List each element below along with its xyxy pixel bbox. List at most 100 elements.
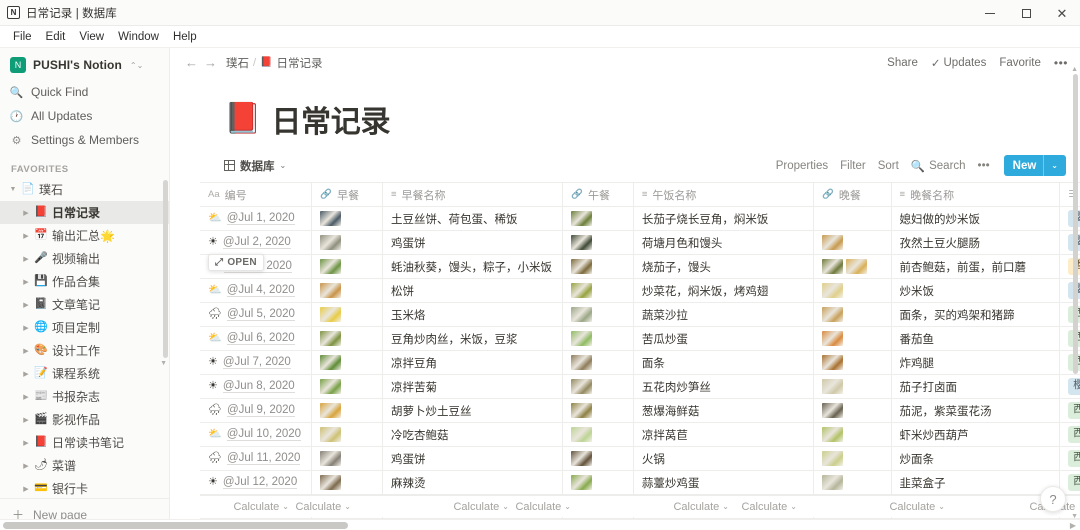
chevron-right-icon[interactable]: ▶	[19, 209, 33, 217]
table-row[interactable]: ⛅@Jul 4, 2020松饼炒菜花，焖米饭，烤鸡翅炒米饭樱桃西瓜	[200, 278, 1080, 303]
sidebar-tree-item[interactable]: ▶ 🌶 菜谱	[0, 454, 169, 477]
chevron-right-icon[interactable]: ▶	[19, 370, 33, 378]
food-thumbnail-image[interactable]	[320, 379, 342, 394]
page-title-text[interactable]: 日常记录	[271, 97, 390, 141]
sidebar-tree-item[interactable]: ▶ 🎬 影视作品	[0, 408, 169, 431]
food-thumbnail-image[interactable]	[571, 451, 593, 466]
cell-lunch-image[interactable]	[562, 206, 634, 231]
cell-lunch-image[interactable]	[562, 230, 634, 255]
cell-fruits[interactable]: 西瓜榴莲芒果	[1059, 446, 1080, 471]
calculate-cell[interactable]: Calculate⌄	[360, 501, 518, 513]
chevron-right-icon[interactable]: ▶	[19, 439, 33, 447]
cell-date[interactable]: ☀ @Jul 7, 2020	[200, 350, 313, 375]
cell-dinner-name[interactable]: 虾米炒西葫芦	[891, 422, 1061, 447]
column-header-text[interactable]: ≡ 早餐名称	[382, 182, 564, 207]
cell-breakfast-name[interactable]: 冷吃杏鲍菇	[382, 422, 564, 447]
cell-dinner-image[interactable]	[813, 206, 892, 231]
cell-date[interactable]: ⛅ @Jul 10, 2020	[200, 422, 313, 447]
cell-dinner-name[interactable]: 面条，买的鸡架和猪蹄	[891, 302, 1061, 327]
calculate-cell[interactable]: Calculate⌄	[738, 501, 806, 513]
cell-dinner-name[interactable]: 炒米饭	[891, 278, 1061, 303]
cell-dinner-image[interactable]	[813, 350, 892, 375]
food-thumbnail-image[interactable]	[320, 283, 342, 298]
cell-date[interactable]: ⛅ @Jul 4, 2020	[200, 278, 313, 303]
image-thumbnails[interactable]	[571, 399, 625, 422]
sidebar-tree-item[interactable]: ▶ 🎤 视频输出	[0, 247, 169, 270]
chevron-right-icon[interactable]: ▶	[19, 324, 33, 332]
cell-lunch-name[interactable]: 面条	[633, 350, 815, 375]
share-button[interactable]: Share	[887, 57, 918, 69]
image-thumbnails[interactable]	[571, 279, 625, 302]
image-thumbnails[interactable]	[822, 351, 883, 374]
image-thumbnails[interactable]	[320, 399, 374, 422]
cell-breakfast-name[interactable]: 鸡蛋饼	[382, 230, 564, 255]
table-row[interactable]: 🌧 @Jul 9, 2020 胡萝卜炒土豆丝 葱爆海鲜菇 茄泥，紫菜蛋花汤西瓜	[200, 398, 1080, 423]
image-thumbnails[interactable]	[571, 351, 625, 374]
cell-lunch-name[interactable]: 荷塘月色和馒头	[633, 230, 815, 255]
cell-lunch-image[interactable]	[562, 374, 634, 399]
image-thumbnails[interactable]	[320, 351, 374, 374]
calculate-cell[interactable]: Calculate⌄	[200, 501, 298, 513]
image-thumbnails[interactable]	[320, 303, 374, 326]
food-thumbnail-image[interactable]	[320, 307, 342, 322]
food-thumbnail-image[interactable]	[822, 427, 843, 442]
food-thumbnail-image[interactable]	[571, 475, 593, 490]
cell-lunch-image[interactable]	[562, 422, 634, 447]
menu-item-window[interactable]: Window	[111, 29, 166, 45]
cell-date[interactable]: ⛅ @Jul 1, 2020	[200, 206, 313, 231]
chevron-right-icon[interactable]: ▶	[19, 255, 33, 263]
cell-lunch-image[interactable]	[562, 470, 634, 495]
sidebar-scrollbar[interactable]	[163, 180, 168, 358]
cell-lunch-image[interactable]	[562, 446, 634, 471]
food-thumbnail-image[interactable]	[822, 403, 843, 418]
maximize-button[interactable]	[1008, 0, 1044, 26]
food-thumbnail-image[interactable]	[822, 355, 843, 370]
cell-breakfast-name[interactable]: 玉米烙	[382, 302, 564, 327]
image-thumbnails[interactable]	[320, 207, 374, 230]
image-thumbnails[interactable]	[320, 255, 374, 278]
food-thumbnail-image[interactable]	[320, 235, 342, 250]
image-thumbnails[interactable]	[822, 471, 883, 494]
food-thumbnail-image[interactable]	[320, 211, 342, 226]
menu-item-file[interactable]: File	[6, 29, 39, 45]
cell-lunch-name[interactable]: 葱爆海鲜菇	[633, 398, 815, 423]
image-thumbnails[interactable]	[320, 471, 374, 494]
cell-lunch-image[interactable]	[562, 302, 634, 327]
chevron-down-icon[interactable]: ▼	[6, 186, 20, 193]
close-button[interactable]: ✕	[1044, 0, 1080, 26]
image-thumbnails[interactable]	[571, 303, 625, 326]
cell-lunch-image[interactable]	[562, 254, 634, 279]
cell-lunch-name[interactable]: 五花肉炒笋丝	[633, 374, 815, 399]
food-thumbnail-image[interactable]	[571, 331, 593, 346]
view-more-button[interactable]: •••	[978, 160, 990, 172]
table-row[interactable]: ☀ @Jun 8, 2020 凉拌苦菊 五花肉炒笋丝 茄子打卤面樱桃西瓜桃子葡萄	[200, 374, 1080, 399]
sidebar-tree-item[interactable]: ▼ 📄 璞石	[0, 178, 169, 201]
chevron-right-icon[interactable]: ▶	[19, 393, 33, 401]
cell-breakfast-image[interactable]	[311, 374, 383, 399]
breadcrumb-item-current[interactable]: 日常记录	[277, 55, 323, 71]
page-emoji-icon[interactable]: 📕	[224, 104, 261, 134]
food-thumbnail-image[interactable]	[571, 211, 593, 226]
forward-arrow-icon[interactable]: →	[201, 55, 220, 70]
cell-breakfast-name[interactable]: 土豆丝饼、荷包蛋、稀饭	[382, 206, 564, 231]
image-thumbnails[interactable]	[571, 423, 625, 446]
food-thumbnail-image[interactable]	[320, 355, 342, 370]
properties-button[interactable]: Properties	[776, 160, 828, 172]
column-header-files[interactable]: 🔗 晚餐	[813, 182, 892, 207]
food-thumbnail-image[interactable]	[822, 379, 843, 394]
food-thumbnail-image[interactable]	[571, 427, 593, 442]
minimize-button[interactable]	[972, 0, 1008, 26]
fruit-tag[interactable]: 西瓜	[1068, 402, 1080, 419]
chevron-right-icon[interactable]: ▶	[19, 301, 33, 309]
cell-breakfast-image[interactable]	[311, 230, 383, 255]
scroll-right-icon[interactable]: ▶	[1070, 521, 1076, 530]
scroll-down-icon[interactable]: ▼	[160, 360, 167, 367]
image-thumbnails[interactable]	[822, 303, 883, 326]
image-thumbnails[interactable]	[822, 423, 883, 446]
image-thumbnails[interactable]	[822, 447, 883, 470]
fruit-tag[interactable]: 西瓜	[1068, 474, 1080, 491]
table-row[interactable]: ☁@Jul 3, 2020蚝油秋葵，馒头，粽子，小米饭烧茄子，馒头前杏鲍菇，前蛋…	[200, 254, 1080, 279]
image-thumbnails[interactable]	[822, 279, 883, 302]
calculate-cell[interactable]: Calculate⌄	[580, 501, 738, 513]
back-arrow-icon[interactable]: ←	[182, 55, 201, 70]
